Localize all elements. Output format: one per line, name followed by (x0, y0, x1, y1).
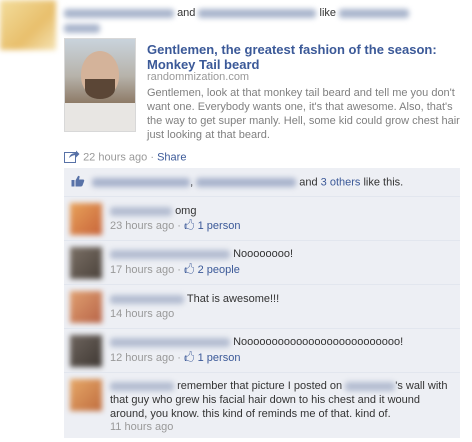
comment-likes-link[interactable]: 1 person (198, 352, 241, 364)
blurred-name[interactable] (110, 206, 172, 216)
comment-text: Noooooooo! (233, 248, 294, 260)
likes-suffix: like this. (363, 176, 404, 189)
post-timestamp[interactable]: 22 hours ago (83, 151, 147, 163)
blurred-name[interactable] (110, 249, 230, 259)
commenter-avatar[interactable] (70, 379, 102, 411)
comment-meta: 12 hours ago · 🖒 1 person (110, 352, 241, 364)
link-description: Gentlemen, look at that monkey tail bear… (147, 87, 460, 141)
comment-likes-link[interactable]: 1 person (198, 220, 241, 232)
blurred-name[interactable] (196, 178, 297, 187)
blurred-name[interactable] (110, 337, 230, 347)
blurred-page-name[interactable] (64, 23, 100, 33)
blurred-name[interactable] (92, 178, 191, 187)
comment-likes-link[interactable]: 2 people (198, 264, 240, 276)
share-link[interactable]: Share (157, 151, 186, 163)
comment-text: Noooooooooooooooooooooooooo! (233, 336, 404, 348)
story-header: and like (64, 7, 410, 19)
commenter-avatar[interactable] (70, 335, 102, 367)
likes-comma: , (190, 176, 194, 189)
comment-text: omg (175, 205, 197, 217)
thumbs-up-icon: 🖒 (184, 220, 195, 232)
blurred-name[interactable] (198, 8, 317, 18)
blurred-page-name[interactable] (339, 8, 410, 18)
comment-text: That is awesome!!! (186, 293, 280, 305)
header-second-line (64, 22, 100, 34)
meta-separator: · (150, 151, 155, 164)
thumbs-up-icon (71, 175, 85, 190)
likes-others-link[interactable]: 3 others (321, 176, 361, 188)
comment: Noooooooooooooooooooooooooo! 12 hours ag… (64, 328, 460, 373)
comment-text-start: remember that picture I posted on (177, 380, 343, 392)
commenter-avatar[interactable] (70, 291, 102, 323)
commenter-avatar[interactable] (70, 247, 102, 279)
share-icon (64, 149, 80, 166)
blurred-name[interactable] (110, 381, 174, 391)
header-like: like (319, 7, 337, 19)
comment: omg 23 hours ago · 🖒 1 person (64, 196, 460, 241)
thumbs-up-icon: 🖒 (184, 352, 195, 364)
commenter-avatar[interactable] (70, 203, 102, 235)
post-meta: 22 hours ago · Share (64, 149, 186, 166)
comment-time[interactable]: 11 hours ago (110, 421, 173, 433)
thumbnail-beard (85, 79, 115, 99)
link-thumbnail[interactable] (64, 38, 136, 132)
likes-row: , and 3 others like this. (64, 175, 460, 191)
comment-time[interactable]: 14 hours ago (110, 308, 174, 320)
comment: Noooooooo! 17 hours ago · 🖒 2 people (64, 240, 460, 285)
blurred-name[interactable] (110, 294, 184, 304)
comment-meta: 14 hours ago (110, 307, 450, 321)
comment-meta: 17 hours ago · 🖒 2 people (110, 264, 240, 276)
blurred-name[interactable] (64, 8, 174, 18)
comment-time[interactable]: 12 hours ago (110, 352, 174, 364)
comment-time[interactable]: 23 hours ago (110, 220, 174, 232)
likes-and: and (299, 176, 318, 189)
comment: That is awesome!!! 14 hours ago (64, 284, 460, 329)
poster-avatar[interactable] (0, 0, 56, 50)
thumbs-up-icon: 🖒 (184, 264, 195, 276)
comment: remember that picture I posted on 's wal… (64, 372, 460, 439)
link-title[interactable]: Gentlemen, the greatest fashion of the s… (147, 42, 465, 72)
header-and: and (177, 7, 196, 19)
link-domain: randommization.com (147, 71, 250, 83)
thumbnail-shirt (65, 103, 135, 131)
blurred-name[interactable] (345, 381, 396, 391)
comment-meta: 23 hours ago · 🖒 1 person (110, 220, 241, 232)
comment-meta: 11 hours ago (110, 420, 450, 434)
comment-time[interactable]: 17 hours ago (110, 264, 174, 276)
